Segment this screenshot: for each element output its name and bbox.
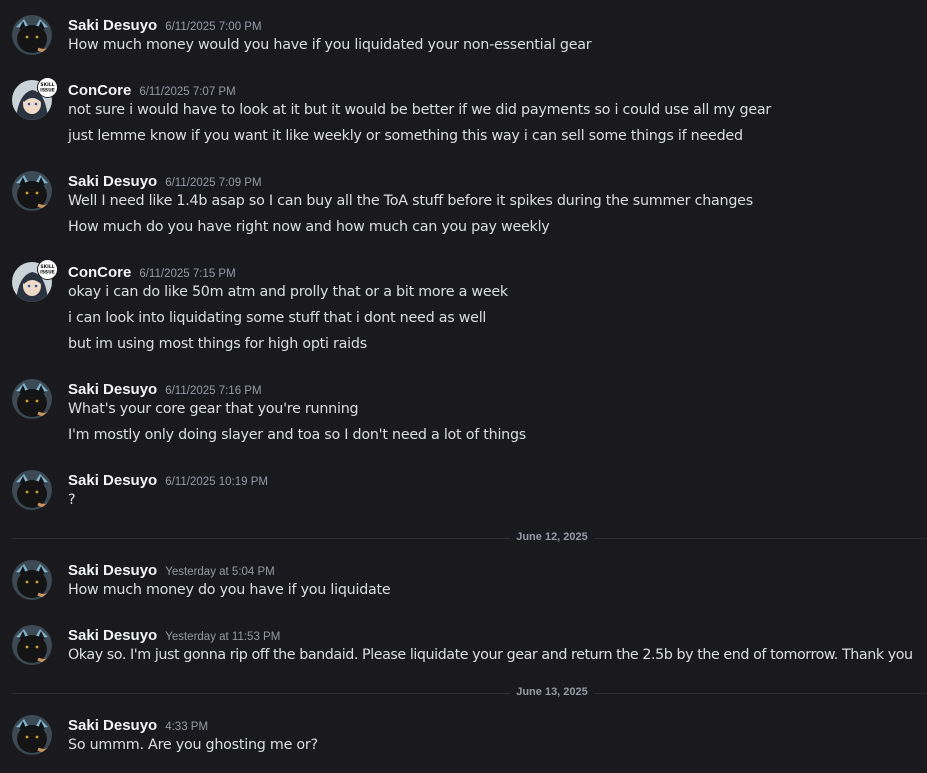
message-text: i can look into liquidating some stuff t… [68,310,487,326]
black-cat-avatar-icon[interactable] [12,470,52,510]
message-text: How much do you have right now and how m… [68,219,550,235]
message-text: not sure i would have to look at it but … [68,102,772,118]
message-header: ConCore 6/11/2025 7:07 PM [68,80,236,99]
date-divider-label: June 13, 2025 [510,686,594,698]
message-header: Saki Desuyo Yesterday at 11:53 PM [68,625,280,644]
timestamp[interactable]: Yesterday at 11:53 PM [165,631,280,643]
timestamp[interactable]: 6/11/2025 7:09 PM [165,177,261,189]
black-cat-avatar-icon[interactable] [12,379,52,419]
skill-issue-badge-icon: SKILL ISSUE [37,77,58,98]
message-text: I'm mostly only doing slayer and toa so … [68,427,527,443]
author-name[interactable]: Saki Desuyo [68,627,157,644]
svg-text:ISSUE: ISSUE [40,88,55,94]
timestamp[interactable]: 6/11/2025 7:07 PM [139,86,235,98]
black-cat-avatar-icon[interactable] [12,560,52,600]
author-name[interactable]: Saki Desuyo [68,17,157,34]
black-cat-avatar-icon[interactable] [12,715,52,755]
author-name[interactable]: Saki Desuyo [68,472,157,489]
message-text: okay i can do like 50m atm and prolly th… [68,284,508,300]
date-divider [12,693,927,694]
svg-text:ISSUE: ISSUE [40,270,55,276]
timestamp[interactable]: 6/11/2025 7:16 PM [165,385,261,397]
message-text: What's your core gear that you're runnin… [68,401,359,417]
timestamp[interactable]: 4:33 PM [165,721,208,733]
author-name[interactable]: Saki Desuyo [68,717,157,734]
message-text: Okay so. I'm just gonna rip off the band… [68,647,913,663]
message-header: Saki Desuyo Yesterday at 5:04 PM [68,560,275,579]
svg-text:SKILL: SKILL [40,264,54,270]
black-cat-avatar-icon[interactable] [12,15,52,55]
timestamp[interactable]: 6/11/2025 7:15 PM [139,268,235,280]
message-text: Well I need like 1.4b asap so I can buy … [68,193,753,209]
message-text: just lemme know if you want it like week… [68,128,743,144]
date-divider [12,538,927,539]
message-header: Saki Desuyo 4:33 PM [68,715,208,734]
author-name[interactable]: Saki Desuyo [68,381,157,398]
date-divider-label: June 12, 2025 [510,531,594,543]
black-cat-avatar-icon[interactable] [12,171,52,211]
message-header: Saki Desuyo 6/11/2025 10:19 PM [68,470,268,489]
author-name[interactable]: ConCore [68,82,131,99]
timestamp[interactable]: Yesterday at 5:04 PM [165,566,275,578]
timestamp[interactable]: 6/11/2025 10:19 PM [165,476,268,488]
message-header: Saki Desuyo 6/11/2025 7:09 PM [68,171,262,190]
message-text: How much money would you have if you liq… [68,37,592,53]
timestamp[interactable]: 6/11/2025 7:00 PM [165,21,261,33]
message-text: but im using most things for high opti r… [68,336,367,352]
message-text: How much money do you have if you liquid… [68,582,391,598]
message-text: So ummm. Are you ghosting me or? [68,737,318,753]
skill-issue-badge-icon: SKILL ISSUE [37,259,58,280]
message-header: Saki Desuyo 6/11/2025 7:00 PM [68,15,262,34]
author-name[interactable]: Saki Desuyo [68,173,157,190]
author-name[interactable]: Saki Desuyo [68,562,157,579]
author-name[interactable]: ConCore [68,264,131,281]
message-text: ? [68,492,76,508]
message-header: Saki Desuyo 6/11/2025 7:16 PM [68,379,262,398]
svg-text:SKILL: SKILL [40,82,54,88]
black-cat-avatar-icon[interactable] [12,625,52,665]
message-header: ConCore 6/11/2025 7:15 PM [68,262,236,281]
